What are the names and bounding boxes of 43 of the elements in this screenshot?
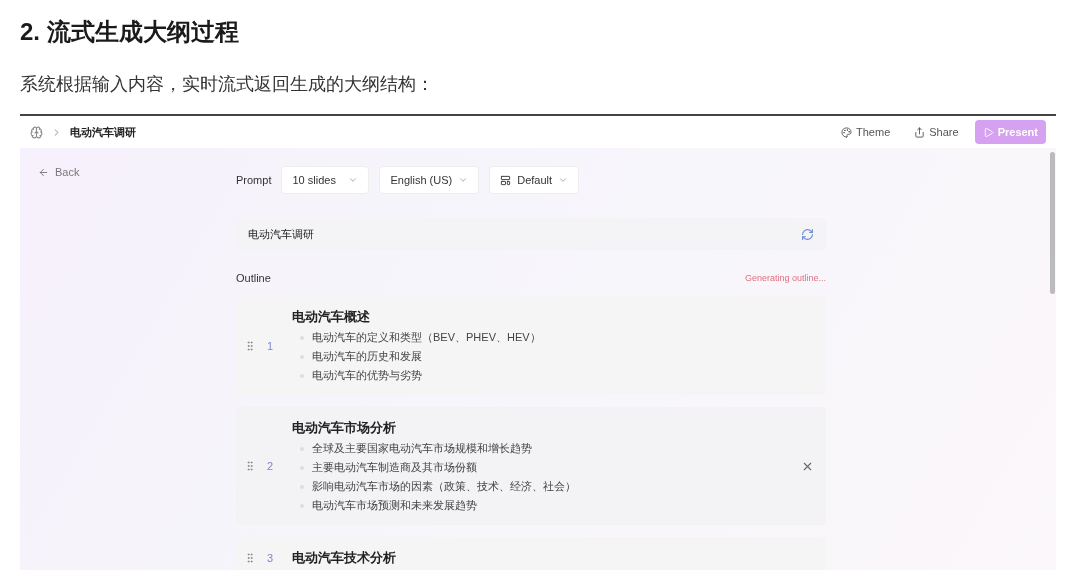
status-text: Generating outline... bbox=[744, 273, 826, 283]
prompt-label: Prompt bbox=[236, 174, 272, 186]
prompt-field[interactable]: 电动汽车调研 bbox=[236, 218, 826, 250]
breadcrumb-title: 电动汽车调研 bbox=[70, 124, 136, 140]
card-title: 电动汽车市场分析 bbox=[292, 419, 397, 437]
play-icon bbox=[982, 126, 994, 138]
refresh-icon[interactable] bbox=[801, 227, 814, 241]
slide-number: 1 bbox=[265, 339, 275, 352]
share-icon bbox=[914, 126, 926, 138]
outline-card[interactable]: 2 电动汽车市场分析 全球及主要国家电动汽车市场规模和增长趋势 主要电动汽车制造商及其市场份额 影响电动汽车市场的因素（政策、技术、经济、社会） 电动汽车市场预测和未来发展趋势 bbox=[236, 407, 826, 525]
slide-number: 3 bbox=[265, 552, 275, 564]
back-button[interactable]: Back bbox=[38, 166, 80, 178]
brain-icon[interactable] bbox=[30, 125, 43, 139]
drag-handle-icon[interactable] bbox=[244, 339, 256, 352]
slide-number: 2 bbox=[265, 460, 275, 472]
palette-icon bbox=[841, 126, 853, 138]
bullet-text: 影响电动汽车市场的因素（政策、技术、经济、社会） bbox=[312, 479, 576, 494]
description-text: 系统根据输入内容，实时流式返回生成的大纲结构： bbox=[20, 73, 435, 96]
bullet-text: 电动汽车市场预测和未来发展趋势 bbox=[312, 498, 477, 513]
language-select[interactable]: English (US) bbox=[379, 166, 480, 194]
section-heading: 2. 流式生成大纲过程 bbox=[20, 17, 240, 47]
card-title: 电动汽车技术分析 bbox=[292, 549, 397, 567]
chevron-down-icon bbox=[558, 175, 569, 185]
chevron-down-icon bbox=[458, 175, 469, 185]
chevron-down-icon bbox=[348, 175, 359, 185]
bullet-text: 电动汽车的定义和类型（BEV、PHEV、HEV） bbox=[312, 330, 541, 345]
share-button[interactable]: Share bbox=[906, 120, 967, 144]
card-title: 电动汽车概述 bbox=[292, 308, 371, 326]
outline-label: Outline bbox=[236, 272, 271, 284]
outline-card[interactable]: 1 电动汽车概述 电动汽车的定义和类型（BEV、PHEV、HEV） 电动汽车的历史和发展 电动汽车的优势与劣势 bbox=[236, 296, 826, 395]
theme-button[interactable]: Theme bbox=[833, 120, 899, 144]
bullet-text: 全球及主要国家电动汽车市场规模和增长趋势 bbox=[312, 441, 532, 456]
bullet-text: 电动汽车的优势与劣势 bbox=[312, 368, 422, 383]
drag-handle-icon[interactable] bbox=[244, 552, 256, 564]
drag-handle-icon[interactable] bbox=[244, 460, 256, 472]
bullet-text: 电动汽车的历史和发展 bbox=[312, 349, 422, 364]
bullet-text: 主要电动汽车制造商及其市场份额 bbox=[312, 460, 477, 475]
arrow-left-icon bbox=[38, 166, 49, 178]
layout-icon bbox=[500, 174, 512, 186]
slide-count-select[interactable]: 10 slides bbox=[281, 166, 370, 194]
layout-select[interactable]: Default bbox=[489, 166, 580, 194]
scrollbar-thumb[interactable] bbox=[1049, 152, 1055, 294]
outline-card[interactable]: 3 电动汽车技术分析 bbox=[236, 537, 826, 570]
